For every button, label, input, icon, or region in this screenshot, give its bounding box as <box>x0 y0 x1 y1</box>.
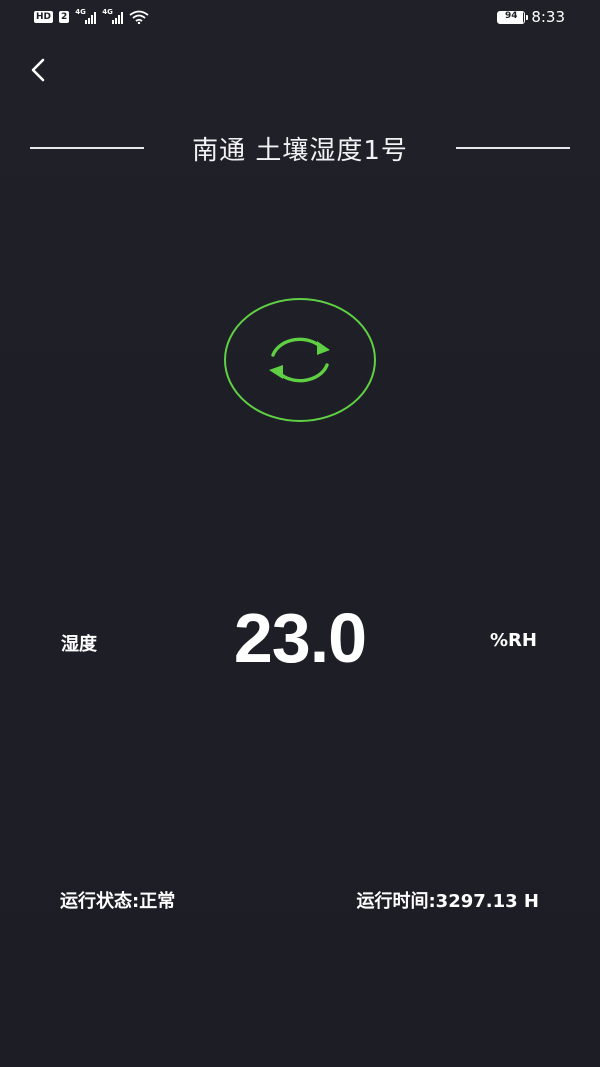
chevron-left-icon <box>31 58 45 82</box>
status-right: 94 8:33 <box>497 8 565 26</box>
run-time: 运行时间:3297.13 H <box>356 891 539 912</box>
clock: 8:33 <box>531 8 565 26</box>
title-divider-left <box>30 147 144 149</box>
reading-value: 23.0 <box>233 599 367 677</box>
sim-badge: 2 <box>59 11 70 23</box>
back-button[interactable] <box>24 54 54 88</box>
run-status: 运行状态:正常 <box>60 891 176 912</box>
signal-2-icon: 4G <box>102 8 124 24</box>
wifi-icon <box>129 10 149 24</box>
reading-unit: %RH <box>490 630 537 651</box>
battery-percent: 94 <box>505 10 518 21</box>
status-bar: HD 2 4G 4G 94 8:33 <box>0 0 600 36</box>
reading-label: 湿度 <box>61 634 97 655</box>
status-left: HD 2 4G 4G <box>34 8 149 24</box>
hd-badge: HD <box>34 11 54 23</box>
title-row: 南通 土壤湿度1号 <box>30 128 570 168</box>
battery-icon: 94 <box>497 10 529 24</box>
page-title: 南通 土壤湿度1号 <box>192 136 408 166</box>
network-type-1: 4G <box>75 8 86 16</box>
screen: HD 2 4G 4G 94 8:33 南通 土壤湿度1号 湿度 23.0 %RH… <box>0 0 600 1067</box>
signal-1-icon: 4G <box>75 8 97 24</box>
refresh-button[interactable] <box>223 297 377 423</box>
title-divider-right <box>456 147 570 149</box>
refresh-icon <box>224 298 376 422</box>
network-type-2: 4G <box>102 8 113 16</box>
